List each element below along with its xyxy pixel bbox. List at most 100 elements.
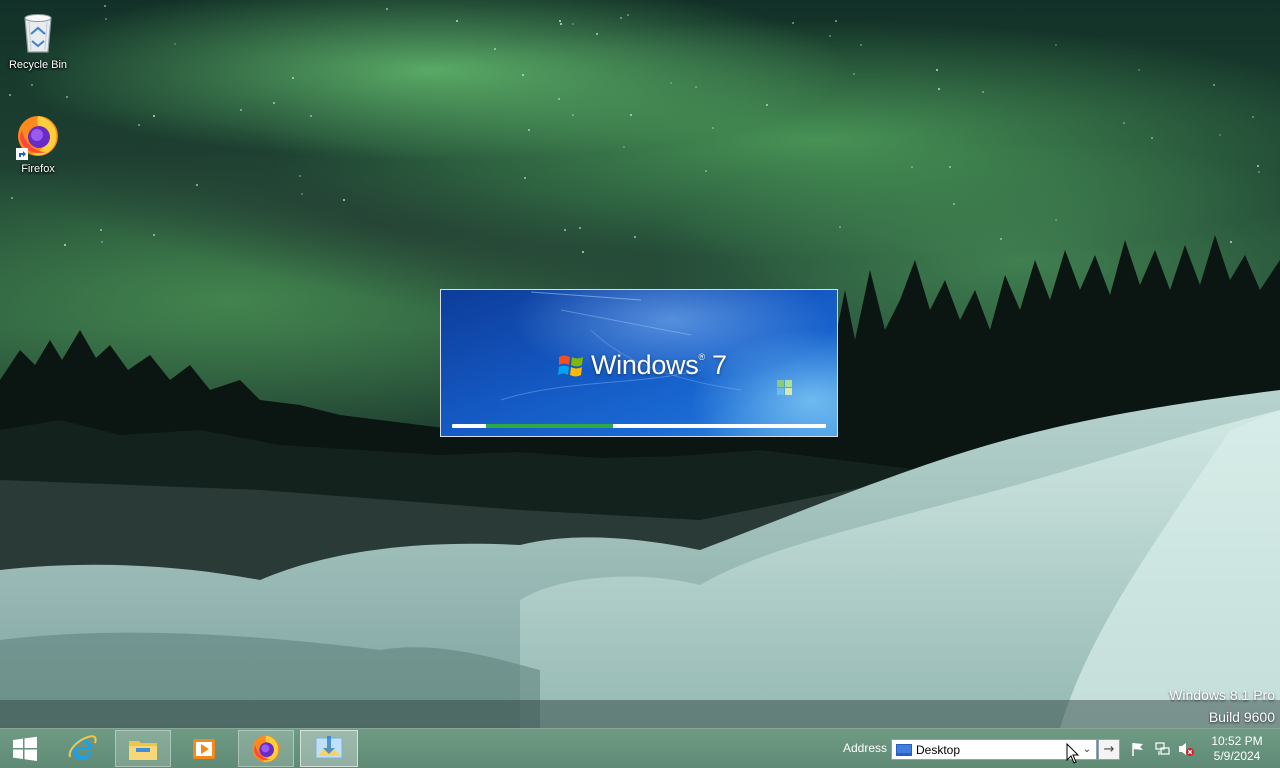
desktop-icon-firefox[interactable]: Firefox	[0, 112, 76, 176]
star	[839, 226, 841, 228]
star	[1219, 134, 1221, 136]
taskbar-media-player[interactable]	[176, 730, 232, 767]
address-go-button[interactable]: →	[1098, 739, 1120, 760]
action-center-flag-icon[interactable]	[1130, 741, 1146, 757]
windows7-logo: Windows® 7	[557, 350, 727, 381]
star	[949, 166, 951, 168]
star	[579, 227, 581, 229]
star	[1257, 165, 1259, 167]
star	[695, 86, 697, 88]
taskbar-windows7-setup[interactable]	[300, 730, 358, 767]
star	[792, 22, 794, 24]
shortcut-arrow-icon	[16, 148, 28, 160]
star	[494, 48, 496, 50]
star	[240, 109, 242, 111]
star	[705, 170, 707, 172]
star	[1055, 219, 1057, 221]
taskbar-file-explorer[interactable]	[115, 730, 171, 767]
desktop-icon-recycle-bin[interactable]: Recycle Bin	[0, 8, 76, 72]
media-player-icon	[193, 738, 215, 759]
taskbar: Address ⌄ → 10:52 PM 5/9/2024	[0, 728, 1280, 768]
star	[528, 129, 530, 131]
star	[559, 20, 561, 22]
taskbar-clock[interactable]: 10:52 PM 5/9/2024	[1200, 734, 1274, 764]
star	[343, 199, 345, 201]
address-input[interactable]	[912, 742, 1066, 757]
star	[1151, 137, 1153, 139]
star	[273, 102, 275, 104]
star	[299, 175, 301, 177]
start-button[interactable]	[0, 730, 50, 767]
star	[386, 8, 388, 10]
star	[1252, 116, 1254, 118]
star	[982, 91, 984, 93]
star	[456, 20, 458, 22]
taskbar-internet-explorer[interactable]	[54, 730, 110, 767]
star	[524, 177, 526, 179]
star	[11, 197, 13, 199]
star	[860, 44, 862, 46]
star	[31, 84, 33, 86]
network-icon[interactable]	[1154, 741, 1170, 757]
star	[153, 115, 155, 117]
desktop-icon-label: Firefox	[21, 163, 55, 175]
recycle-bin-icon	[14, 8, 62, 56]
star	[953, 203, 955, 205]
star	[630, 114, 632, 116]
star	[138, 124, 140, 126]
star	[1123, 122, 1125, 124]
star	[1258, 171, 1260, 173]
star	[104, 5, 106, 7]
star	[66, 96, 68, 98]
windows7-setup-icon	[315, 735, 343, 758]
star	[560, 23, 562, 25]
star	[292, 77, 294, 79]
firefox-icon	[252, 735, 280, 762]
clock-date: 5/9/2024	[1213, 749, 1261, 763]
star	[938, 88, 940, 90]
star	[1138, 69, 1140, 71]
star	[627, 14, 629, 16]
arrow-right-icon: →	[1103, 742, 1115, 757]
desktop-location-icon	[896, 743, 912, 756]
windows7-setup-splash[interactable]: Windows® 7	[440, 289, 838, 437]
star	[9, 94, 11, 96]
star	[911, 166, 913, 168]
star	[670, 82, 672, 84]
star	[310, 115, 312, 117]
windows-flag-icon	[558, 355, 583, 376]
star	[1055, 44, 1057, 46]
star	[522, 74, 524, 76]
star	[712, 127, 714, 129]
star	[572, 114, 574, 116]
boot-progress-bar	[452, 424, 826, 428]
clock-time: 10:52 PM	[1211, 734, 1263, 748]
watermark-build: Build 9600	[1208, 709, 1275, 725]
star	[558, 98, 560, 100]
mouse-pointer-icon	[1066, 743, 1080, 764]
star	[620, 17, 622, 19]
star	[572, 23, 574, 25]
desktop-icon-label: Recycle Bin	[8, 59, 68, 71]
star	[936, 69, 938, 71]
windows7-wordmark: Windows® 7	[591, 350, 727, 380]
star	[853, 73, 855, 75]
windows-start-icon	[13, 736, 37, 761]
star	[766, 104, 768, 106]
address-toolbar-label: Address	[843, 741, 888, 755]
watermark-edition: Windows 8.1 Pro	[1169, 687, 1275, 703]
star	[596, 33, 598, 35]
star	[196, 184, 198, 186]
chevron-down-icon[interactable]: ⌄	[1080, 742, 1094, 757]
star	[301, 193, 303, 195]
boot-progress-fill	[485, 424, 613, 428]
star	[1213, 84, 1215, 86]
star	[174, 43, 176, 45]
star	[623, 146, 625, 148]
star	[105, 18, 107, 20]
os-build-watermark: Windows 8.1 Pro Build 9600	[1169, 684, 1275, 728]
taskbar-firefox[interactable]	[238, 730, 294, 767]
volume-muted-icon[interactable]	[1178, 741, 1194, 757]
star	[829, 35, 831, 37]
file-explorer-icon	[129, 740, 157, 760]
